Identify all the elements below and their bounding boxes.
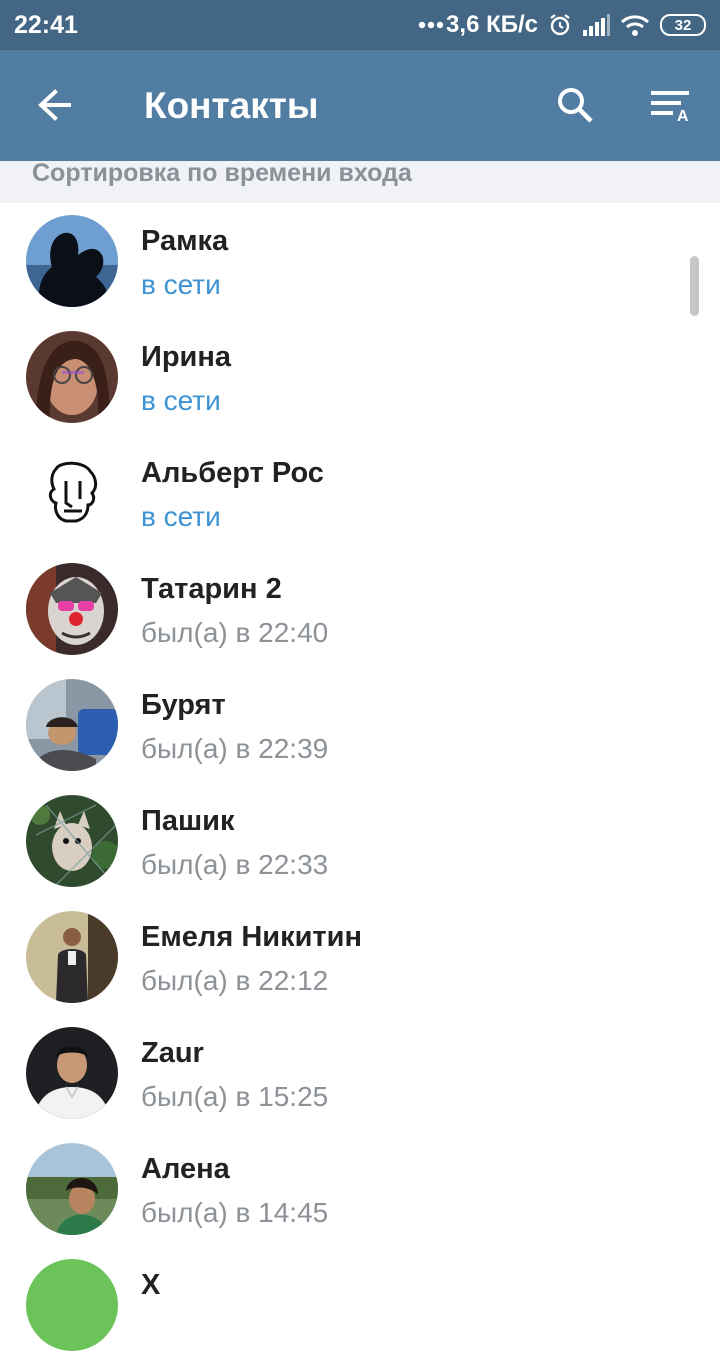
contact-name: Емеля Никитин <box>141 921 362 953</box>
contact-row[interactable]: Рамка в сети <box>0 203 720 319</box>
scrollbar[interactable] <box>690 256 699 316</box>
app-bar: Контакты A <box>0 50 720 161</box>
contact-status: был(а) в 22:33 <box>141 849 329 880</box>
contact-list: Рамка в сети Ирина в сети Альберт Рос в … <box>0 203 720 1363</box>
contact-name: Алена <box>141 1153 230 1185</box>
contact-row[interactable]: Емеля Никитин был(а) в 22:12 <box>0 899 720 1015</box>
contact-name: Х <box>141 1269 161 1301</box>
page-title: Контакты <box>144 85 319 126</box>
signal-icon <box>582 14 610 36</box>
contact-row[interactable]: Х <box>0 1247 720 1363</box>
contact-status: в сети <box>141 385 221 416</box>
avatar <box>26 911 118 1003</box>
avatar <box>26 679 118 771</box>
contact-name: Татарин 2 <box>141 573 282 605</box>
back-button[interactable] <box>22 72 88 138</box>
wifi-icon <box>620 14 650 36</box>
contact-row[interactable]: Бурят был(а) в 22:39 <box>0 667 720 783</box>
contact-row[interactable]: Пашик был(а) в 22:33 <box>0 783 720 899</box>
contact-row[interactable]: Алена был(а) в 14:45 <box>0 1131 720 1247</box>
avatar <box>26 795 118 887</box>
avatar <box>26 331 118 423</box>
arrow-back-icon <box>38 89 71 121</box>
svg-text:A: A <box>677 108 689 122</box>
contact-status: был(а) в 22:40 <box>141 617 329 648</box>
contact-name: Zaur <box>141 1037 204 1069</box>
more-dots-icon <box>418 21 444 29</box>
status-icons: 3,6 КБ/с 32 <box>418 11 706 39</box>
avatar <box>26 563 118 655</box>
contact-name: Бурят <box>141 689 226 721</box>
contact-row[interactable]: Татарин 2 был(а) в 22:40 <box>0 551 720 667</box>
avatar <box>26 215 118 307</box>
avatar <box>26 1259 118 1351</box>
contact-status: в сети <box>141 269 221 300</box>
contact-name: Альберт Рос <box>141 457 324 489</box>
contact-row[interactable]: Альберт Рос в сети <box>0 435 720 551</box>
status-bar: 22:41 3,6 КБ/с 32 <box>0 0 720 50</box>
contact-status: был(а) в 22:12 <box>141 965 329 996</box>
contact-row[interactable]: Zaur был(а) в 15:25 <box>0 1015 720 1131</box>
avatar <box>26 1027 118 1119</box>
contact-name: Ирина <box>141 341 232 373</box>
avatar <box>26 1143 118 1235</box>
contact-status: был(а) в 15:25 <box>141 1081 329 1112</box>
contact-status: был(а) в 22:39 <box>141 733 329 764</box>
contact-name: Рамка <box>141 225 229 257</box>
sort-button[interactable]: A <box>636 72 706 138</box>
search-icon <box>558 88 593 123</box>
contact-status: в сети <box>141 501 221 532</box>
search-button[interactable] <box>542 72 608 138</box>
contact-name: Пашик <box>141 805 235 837</box>
section-header: Сортировка по времени входа <box>0 161 720 203</box>
avatar <box>26 447 118 539</box>
alarm-icon <box>548 13 572 37</box>
battery-icon: 32 <box>660 14 706 36</box>
network-speed: 3,6 КБ/с <box>446 11 538 38</box>
contact-row[interactable]: Ирина в сети <box>0 319 720 435</box>
contact-status: был(а) в 14:45 <box>141 1197 329 1228</box>
sort-alpha-icon: A <box>651 91 689 122</box>
status-time: 22:41 <box>14 10 78 39</box>
